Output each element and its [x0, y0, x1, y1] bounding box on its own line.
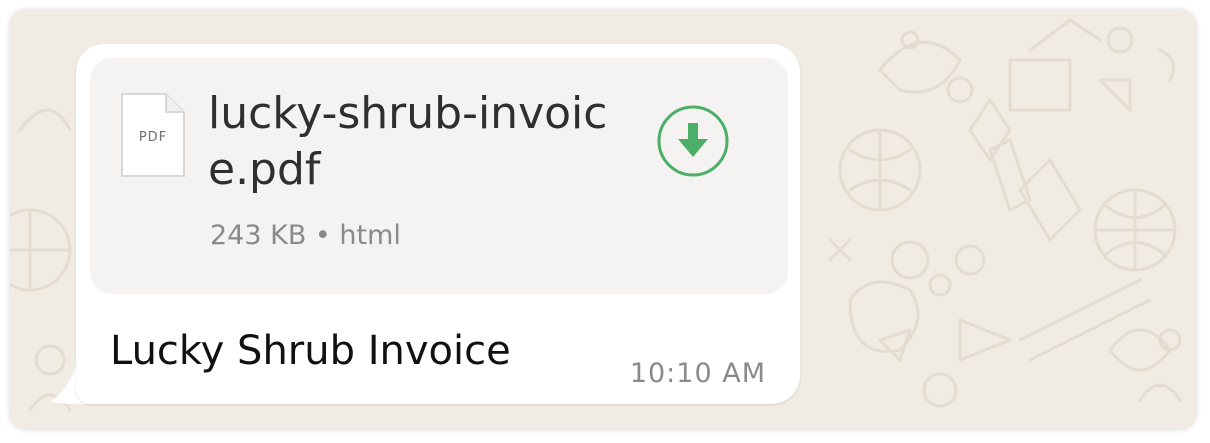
message-bubble[interactable]: PDF lucky-shrub-invoice.pdf 243 KB • htm… — [76, 44, 800, 404]
message-timestamp: 10:10 AM — [629, 358, 766, 389]
file-attachment[interactable]: PDF lucky-shrub-invoice.pdf 243 KB • htm… — [90, 58, 788, 294]
file-type-label: PDF — [138, 130, 168, 145]
message-caption: Lucky Shrub Invoice — [110, 328, 511, 374]
pdf-file-icon: PDF — [120, 92, 186, 178]
download-button[interactable] — [656, 104, 730, 178]
file-meta: 243 KB • html — [210, 220, 401, 251]
download-icon — [657, 105, 729, 177]
file-name: lucky-shrub-invoice.pdf — [208, 88, 608, 195]
chat-background: PDF lucky-shrub-invoice.pdf 243 KB • htm… — [10, 10, 1196, 429]
